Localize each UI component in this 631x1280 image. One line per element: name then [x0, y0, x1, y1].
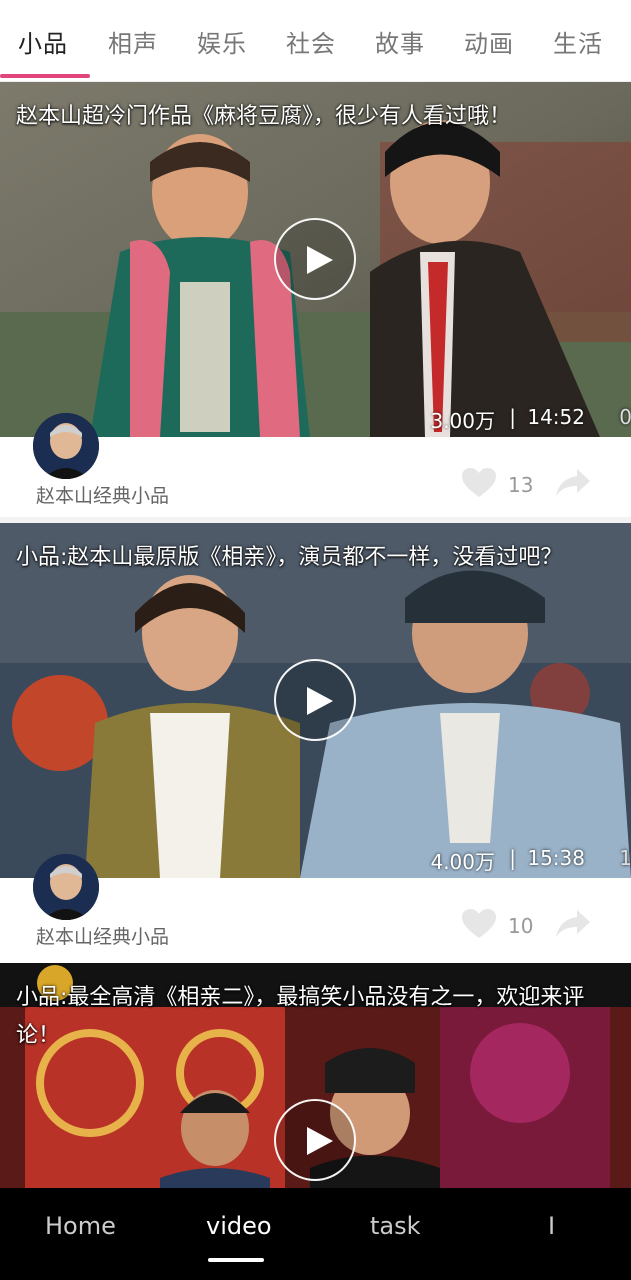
stats-extra: 0: [619, 405, 631, 429]
view-count: 4.00万: [430, 850, 495, 874]
channel-name[interactable]: 赵本山经典小品: [36, 922, 169, 949]
stats-separator: |: [509, 846, 516, 870]
view-count: 3.00万: [430, 409, 495, 433]
tab-shehui[interactable]: 社会: [286, 24, 336, 59]
active-tab-indicator: [0, 74, 90, 78]
video-thumbnail[interactable]: 小品:最全高清《相亲二》，最搞笑小品没有之一，欢迎来评论！: [0, 963, 631, 1188]
tab-xiangsheng[interactable]: 相声: [108, 24, 158, 59]
avatar-image: [33, 854, 99, 920]
avatar-image: [33, 413, 99, 479]
nav-task[interactable]: task: [370, 1212, 421, 1240]
tab-xiaopin[interactable]: 小品: [18, 24, 68, 59]
category-tabs: 小品 相声 娱乐 社会 故事 动画 生活: [0, 0, 631, 82]
nav-me[interactable]: I: [548, 1212, 555, 1240]
play-icon: [307, 687, 333, 715]
nav-video[interactable]: video: [206, 1212, 272, 1240]
video-info-row: 赵本山经典小品 10: [0, 854, 631, 964]
play-icon: [307, 246, 333, 274]
stats-extra: 1: [619, 846, 631, 870]
stats-separator: |: [509, 405, 516, 429]
video-title[interactable]: 小品:最全高清《相亲二》，最搞笑小品没有之一，欢迎来评论！: [16, 979, 621, 1055]
share-icon[interactable]: [555, 467, 591, 497]
tab-shenghuo[interactable]: 生活: [553, 24, 603, 59]
video-info-row: 赵本山经典小品 13: [0, 413, 631, 523]
active-nav-indicator: [208, 1258, 264, 1262]
video-thumbnail[interactable]: 小品:赵本山最原版《相亲》，演员都不一样，没看过吧？ 4.00万 | 15:38…: [0, 523, 631, 878]
video-title[interactable]: 小品:赵本山最原版《相亲》，演员都不一样，没看过吧？: [16, 539, 621, 577]
avatar[interactable]: [33, 854, 99, 920]
tab-gushi[interactable]: 故事: [375, 24, 425, 59]
channel-name[interactable]: 赵本山经典小品: [36, 481, 169, 508]
play-button[interactable]: [274, 218, 356, 300]
play-button[interactable]: [274, 659, 356, 741]
video-title[interactable]: 赵本山超冷门作品《麻将豆腐》，很少有人看过哦！: [16, 98, 621, 136]
video-thumbnail[interactable]: 赵本山超冷门作品《麻将豆腐》，很少有人看过哦！ 3.00万 | 14:52 0: [0, 82, 631, 437]
like-count: 10: [508, 914, 534, 938]
heart-icon[interactable]: [461, 908, 497, 940]
play-icon: [307, 1127, 333, 1155]
tab-yule[interactable]: 娱乐: [197, 24, 247, 59]
share-icon[interactable]: [555, 908, 591, 938]
avatar[interactable]: [33, 413, 99, 479]
nav-home[interactable]: Home: [45, 1212, 116, 1240]
video-duration: 15:38: [527, 846, 585, 870]
like-count: 13: [508, 473, 534, 497]
video-duration: 14:52: [527, 405, 585, 429]
bottom-nav: Home video task I: [0, 1188, 631, 1280]
play-button[interactable]: [274, 1099, 356, 1181]
heart-icon[interactable]: [461, 467, 497, 499]
tab-donghua[interactable]: 动画: [464, 24, 514, 59]
